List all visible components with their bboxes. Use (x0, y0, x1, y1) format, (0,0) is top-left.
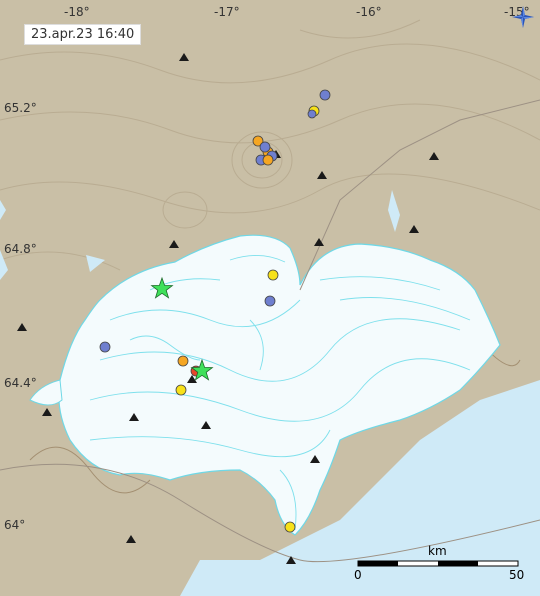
scale-start: 0 (354, 568, 362, 582)
timestamp-label: 23.apr.23 16:40 (24, 24, 142, 45)
compass-rose-icon (512, 6, 534, 28)
lat-label-2: 64.8° (4, 242, 37, 256)
lon-label-2: -17° (214, 5, 240, 19)
map-canvas (0, 0, 540, 596)
lat-label-4: 64° (4, 518, 26, 532)
map-view[interactable]: -18° -17° -16° -15° 65.2° 64.8° 64.4° 64… (0, 0, 540, 596)
scale-end: 50 (509, 568, 525, 582)
lat-label-1: 65.2° (4, 101, 37, 115)
lon-label-3: -16° (356, 5, 382, 19)
lon-label-1: -18° (64, 5, 90, 19)
scale-bar (357, 560, 519, 567)
scale-unit: km (428, 544, 447, 558)
lat-label-3: 64.4° (4, 376, 37, 390)
